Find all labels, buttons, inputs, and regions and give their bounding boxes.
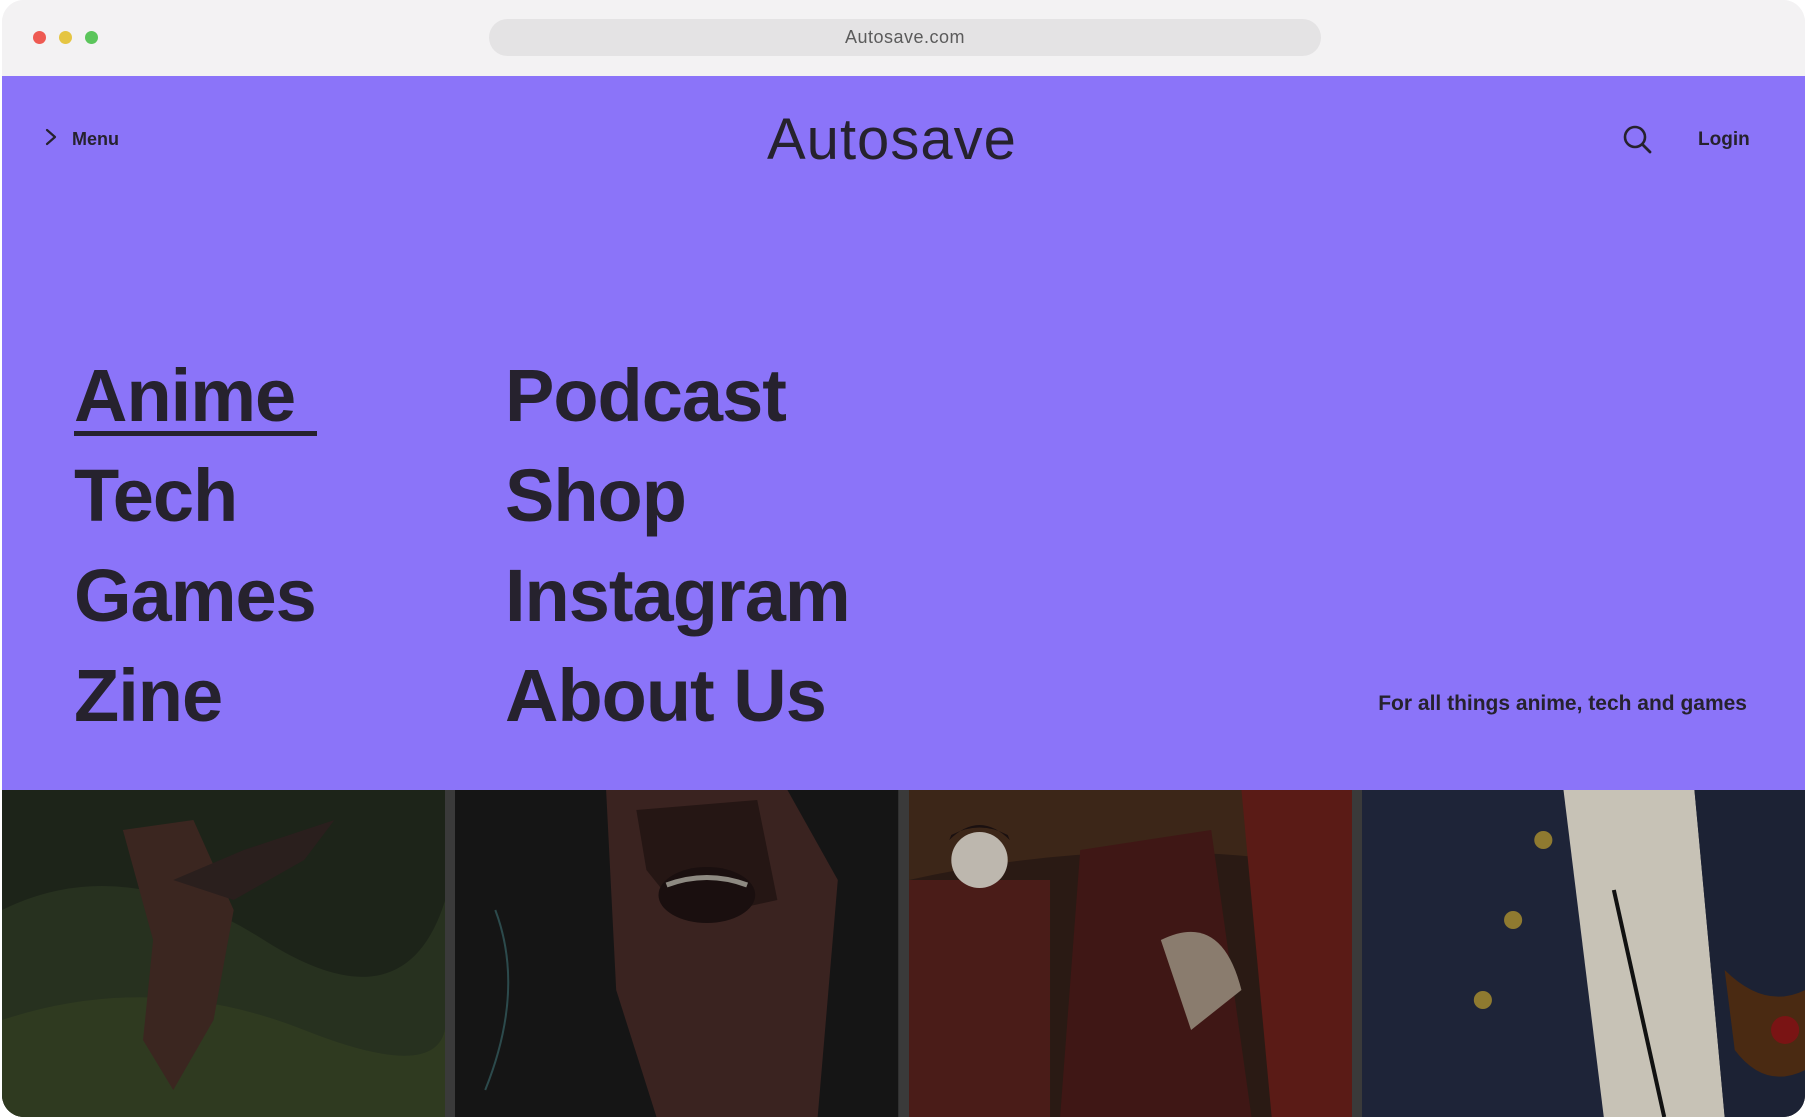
menu-label: Menu: [72, 129, 119, 149]
hero-section: Menu Autosave Login Anime Tech Games Zin…: [2, 76, 1805, 790]
minimize-dot[interactable]: [59, 31, 72, 44]
gallery-panel-2[interactable]: [455, 790, 899, 1117]
gallery-panel-4[interactable]: [1361, 790, 1805, 1117]
window-controls: [33, 31, 98, 44]
nav-column-left: Anime Tech Games Zine: [74, 346, 317, 746]
address-bar[interactable]: Autosave.com: [489, 19, 1321, 56]
maximize-dot[interactable]: [85, 31, 98, 44]
nav-item-tech[interactable]: Tech: [74, 446, 316, 546]
site-tagline: For all things anime, tech and games: [1378, 692, 1747, 715]
close-dot[interactable]: [33, 31, 46, 44]
nav-item-anime[interactable]: Anime: [74, 346, 317, 446]
login-link[interactable]: Login: [1698, 129, 1750, 151]
nav-item-shop[interactable]: Shop: [505, 446, 850, 546]
gallery-panel-3[interactable]: [908, 790, 1352, 1117]
browser-chrome: Autosave.com: [2, 0, 1805, 76]
nav-item-games[interactable]: Games: [74, 546, 317, 646]
nav-item-about-us[interactable]: About Us: [505, 646, 850, 746]
nav-column-right: Podcast Shop Instagram About Us: [505, 346, 851, 746]
menu-button[interactable]: Menu: [44, 128, 119, 151]
chevron-right-icon: [44, 128, 58, 151]
nav-item-podcast[interactable]: Podcast: [505, 346, 850, 446]
search-icon[interactable]: [1622, 124, 1654, 156]
browser-window: Autosave.com Menu Autosave Login Anime T…: [2, 0, 1805, 1117]
gallery-panel-1[interactable]: [2, 790, 446, 1117]
site-logo[interactable]: Autosave: [767, 106, 1017, 173]
nav-item-instagram[interactable]: Instagram: [505, 546, 851, 646]
gallery-strip: [2, 790, 1805, 1117]
nav-item-zine[interactable]: Zine: [74, 646, 316, 746]
